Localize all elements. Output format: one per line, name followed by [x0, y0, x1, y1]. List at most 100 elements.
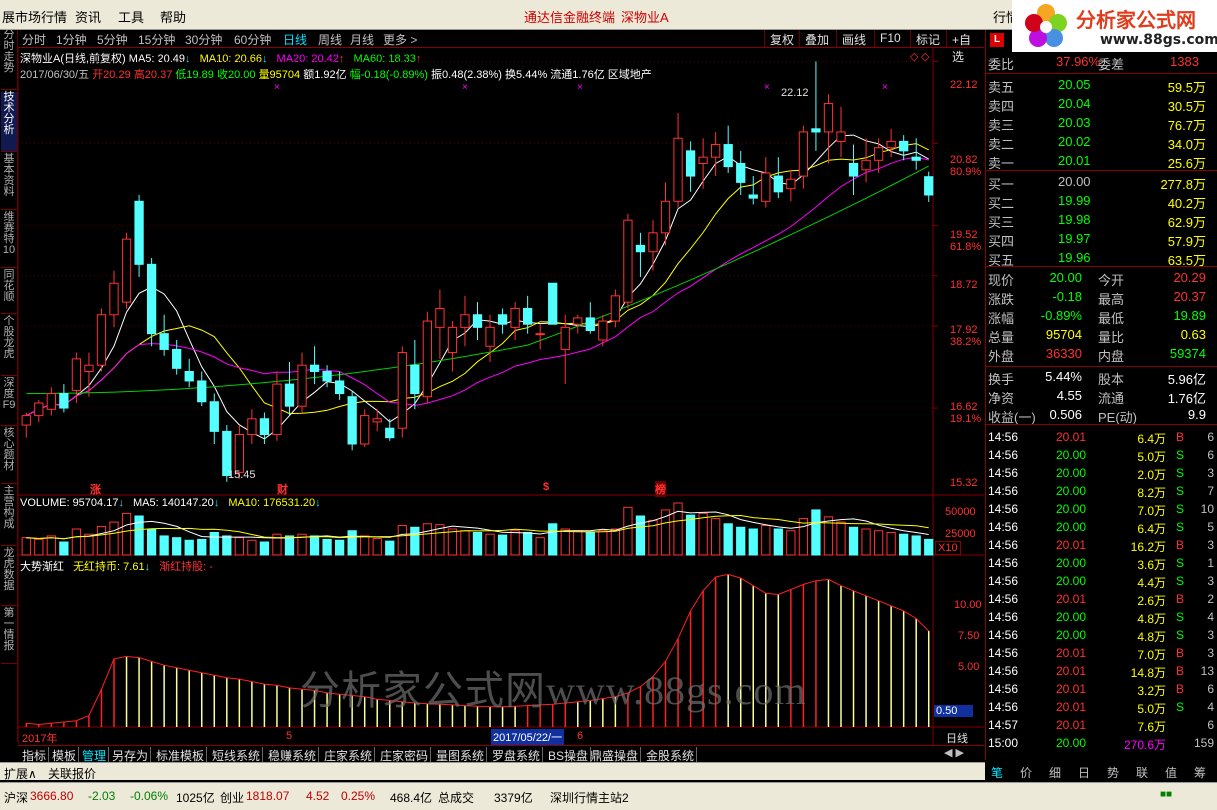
scroll-right-icon[interactable]: ▶ — [956, 747, 964, 759]
tick-side: S — [1176, 700, 1185, 714]
right-tab[interactable]: 笔 — [991, 764, 1003, 781]
site-logo: 分析家公式网 www.88gs.com — [1012, 0, 1217, 52]
bid-row[interactable]: 买二 19.99 40.2万 — [986, 192, 1217, 211]
right-tab[interactable]: 价 — [1020, 764, 1032, 781]
vtab-2[interactable]: 基本资料 — [1, 154, 17, 210]
tick-count: 6 — [1207, 682, 1214, 696]
signal-marker: × — [577, 82, 583, 93]
candle-body — [685, 150, 696, 177]
period-tab-1min[interactable]: 1分钟 — [56, 31, 87, 48]
ask-row[interactable]: 卖一 20.01 25.6万 — [986, 152, 1217, 171]
vtab-4[interactable]: 同花顺 — [1, 270, 17, 314]
right-tab[interactable]: 值 — [1165, 764, 1177, 781]
period-tab-more[interactable]: 更多 > — [383, 31, 417, 48]
marker-rank[interactable]: 榜 — [655, 481, 666, 497]
period-tab-5min[interactable]: 5分钟 — [97, 31, 128, 48]
candle-body — [848, 162, 859, 177]
ask-price: 20.05 — [1058, 77, 1091, 92]
divider — [986, 170, 1217, 171]
expand-button[interactable]: 扩展∧ — [4, 765, 37, 782]
candle-body — [886, 140, 896, 149]
tick-volume: 3.6万 — [1137, 558, 1166, 572]
menu-market[interactable]: 展市场行情 — [2, 7, 67, 26]
candle-body — [385, 427, 395, 439]
vtab-5[interactable]: 个股龙虎 — [1, 316, 17, 376]
vtab-9[interactable]: 龙虎数据 — [1, 548, 17, 606]
tick-volume: 7.6万 — [1137, 720, 1166, 734]
bid-row[interactable]: 买四 19.97 57.9万 — [986, 230, 1217, 249]
bid-price: 19.96 — [1058, 250, 1091, 265]
menu-help[interactable]: 帮助 — [160, 7, 186, 26]
ma20-line — [26, 156, 929, 417]
period-tab-intraday[interactable]: 分时 — [22, 31, 46, 48]
menu-info[interactable]: 资讯 — [75, 7, 101, 26]
candle-body — [836, 131, 846, 142]
candle-body — [560, 326, 570, 350]
tick-time: 14:56 — [988, 556, 1019, 570]
tick-row: 14:56 20.00 4.8万 S 4 — [986, 608, 1217, 626]
right-tab[interactable]: 筹 — [1194, 764, 1206, 781]
bid-row[interactable]: 买五 19.96 63.5万 — [986, 249, 1217, 268]
vtab-10[interactable]: 第一情报 — [1, 608, 17, 664]
ask-row[interactable]: 卖四 20.04 30.5万 — [986, 95, 1217, 114]
mark-button[interactable]: 标记 — [910, 30, 945, 47]
chart-area[interactable]: × × × × × ◇ ◇ — [18, 48, 984, 745]
tick-price: 20.01 — [1056, 700, 1087, 714]
restore-rights-button[interactable]: 复权 — [764, 30, 799, 47]
vtab-0[interactable]: 分时走势 — [1, 30, 17, 90]
right-tab[interactable]: 细 — [1049, 764, 1061, 781]
marker-rise[interactable]: 涨 — [90, 481, 101, 497]
marker-dollar[interactable]: $ — [543, 481, 549, 493]
chart-markers: × × × × × ◇ ◇ — [274, 51, 930, 93]
ask-label: 卖三 — [988, 118, 1015, 133]
period-tab-30min[interactable]: 30分钟 — [185, 31, 222, 48]
candle-body — [422, 320, 432, 398]
tick-time: 14:56 — [988, 700, 1019, 714]
bid-row[interactable]: 买一 20.00 277.8万 — [986, 173, 1217, 192]
period-tab-weekly[interactable]: 周线 — [318, 31, 342, 48]
stat-label: 今开 — [1098, 273, 1125, 288]
overlay-button[interactable]: 叠加 — [799, 30, 834, 47]
right-tab[interactable]: 日 — [1078, 764, 1090, 781]
ask-row[interactable]: 卖三 20.03 76.7万 — [986, 114, 1217, 133]
volume-bar — [447, 528, 458, 556]
candle-body — [284, 383, 295, 407]
price-axis-label: 80.9% — [950, 166, 982, 178]
draw-line-button[interactable]: 画线 — [836, 30, 871, 47]
ask-row[interactable]: 卖五 20.05 59.5万 — [986, 76, 1217, 95]
period-tab-15min[interactable]: 15分钟 — [138, 31, 175, 48]
f10-button[interactable]: F10 — [874, 30, 906, 47]
right-tab[interactable]: 势 — [1107, 764, 1119, 781]
stat2-row: 净资 4.55 流通 1.76亿 — [986, 387, 1217, 406]
tick-volume: 270.6万 — [1123, 738, 1166, 752]
period-tab-monthly[interactable]: 月线 — [350, 31, 374, 48]
marker-finance[interactable]: 财 — [277, 481, 288, 497]
price-axis-label: 16.62 — [950, 401, 978, 413]
volume-bar — [472, 531, 483, 556]
vtab-8[interactable]: 主营构成 — [1, 486, 17, 546]
scroll-left-icon[interactable]: ◀ — [944, 747, 952, 759]
tab-scroll[interactable]: ◀ ▶ — [944, 746, 964, 759]
related-quote-button[interactable]: 关联报价 — [48, 765, 96, 782]
ask-row[interactable]: 卖二 20.02 34.0万 — [986, 133, 1217, 152]
vtab-7[interactable]: 核心题材 — [1, 428, 17, 484]
tick-volume: 3.2万 — [1137, 684, 1166, 698]
stat-label: 涨跌 — [988, 292, 1015, 307]
tick-row: 14:56 20.01 3.2万 B 6 — [986, 680, 1217, 698]
volume-bar — [334, 539, 345, 556]
add-watchlist-button[interactable]: +自选 — [946, 30, 984, 64]
vtab-6[interactable]: 深度F9 — [1, 378, 17, 426]
total-value: 3379亿 — [494, 791, 533, 805]
vtab-3[interactable]: 维赛特10 — [1, 212, 17, 268]
bid-row[interactable]: 买三 19.98 62.9万 — [986, 211, 1217, 230]
sh-pct: -0.06% — [130, 789, 169, 803]
candle-body — [773, 175, 783, 193]
vtab-1[interactable]: 技术分析 — [1, 92, 17, 152]
period-tab-daily[interactable]: 日线 — [283, 31, 307, 48]
ma60-line — [26, 165, 929, 395]
right-tab[interactable]: 联 — [1136, 764, 1148, 781]
price-axis-label: 20.82 — [950, 154, 978, 166]
weicha-label: 委差 — [1098, 57, 1125, 72]
period-tab-60min[interactable]: 60分钟 — [234, 31, 271, 48]
menu-tools[interactable]: 工具 — [118, 7, 144, 26]
